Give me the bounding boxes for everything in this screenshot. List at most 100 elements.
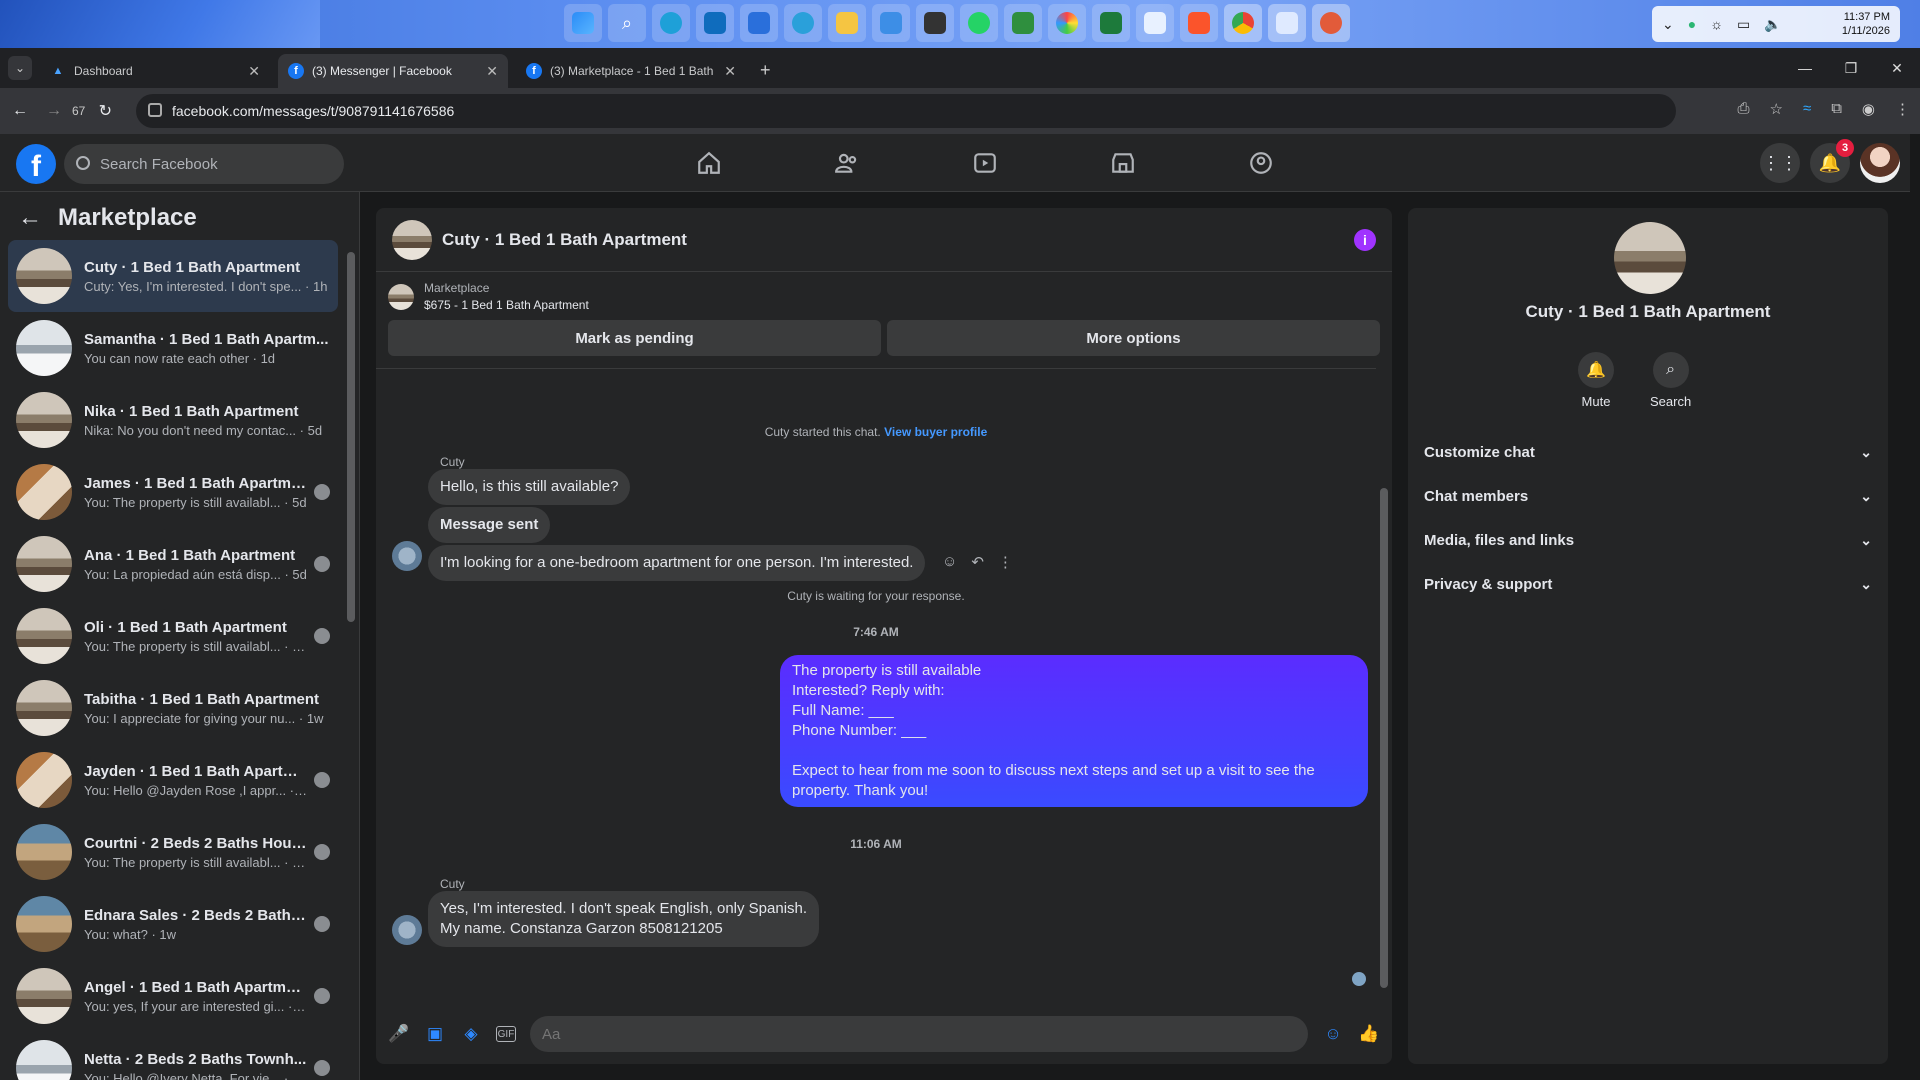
- file-explorer-icon[interactable]: [828, 4, 866, 42]
- sender-avatar[interactable]: [392, 915, 422, 945]
- close-icon[interactable]: ✕: [486, 63, 498, 80]
- react-emoji-icon[interactable]: ☺: [942, 553, 957, 571]
- view-buyer-profile-link[interactable]: View buyer profile: [884, 425, 987, 439]
- conversation-item[interactable]: Nika · 1 Bed 1 Bath Apartment Nika: No yo…: [8, 384, 338, 456]
- forward-icon[interactable]: →: [40, 102, 68, 120]
- attach-image-icon[interactable]: ▣: [424, 1023, 446, 1045]
- message-bubble[interactable]: Hello, is this still available?: [428, 469, 631, 505]
- back-arrow-icon[interactable]: ←: [18, 204, 42, 232]
- chrome-icon[interactable]: [1224, 4, 1262, 42]
- conversation-item[interactable]: Cuty · 1 Bed 1 Bath Apartment Cuty: Yes, …: [8, 240, 338, 312]
- microphone-icon[interactable]: 🎤: [388, 1023, 410, 1045]
- start-icon[interactable]: [564, 4, 602, 42]
- volume-icon[interactable]: 🔈: [1764, 16, 1781, 33]
- facebook-logo-icon[interactable]: f: [16, 144, 56, 184]
- infinity-icon[interactable]: [1092, 4, 1130, 42]
- listing-summary[interactable]: Marketplace $675 - 1 Bed 1 Bath Apartmen…: [376, 272, 1392, 318]
- search-conversation-button[interactable]: ⌕ Search: [1650, 352, 1691, 409]
- brightness-icon[interactable]: ☼: [1710, 16, 1723, 32]
- extensions-puzzle-icon[interactable]: ⧉: [1831, 100, 1842, 118]
- minimize-icon[interactable]: —: [1782, 48, 1828, 88]
- mute-button[interactable]: 🔔 Mute: [1578, 352, 1614, 409]
- my-message-bubble[interactable]: The property is still available Interest…: [780, 655, 1368, 807]
- back-icon[interactable]: ←: [6, 102, 34, 120]
- close-window-icon[interactable]: ✕: [1874, 48, 1920, 88]
- conversation-item[interactable]: Courtni · 2 Beds 2 Baths House You: The p…: [8, 816, 338, 888]
- profile-icon[interactable]: ◉: [1862, 100, 1875, 118]
- chat-title[interactable]: Cuty · 1 Bed 1 Bath Apartment: [442, 230, 687, 250]
- search-facebook-input[interactable]: Search Facebook: [64, 144, 344, 184]
- search-icon[interactable]: ⌕: [608, 4, 646, 42]
- nav-marketplace[interactable]: [1054, 134, 1192, 192]
- tab-dashboard[interactable]: ▲ Dashboard ✕: [40, 54, 270, 88]
- tab-marketplace[interactable]: f (3) Marketplace - 1 Bed 1 Bath ✕: [516, 54, 746, 88]
- like-thumbs-up-icon[interactable]: 👍: [1358, 1023, 1380, 1045]
- nav-friends[interactable]: [778, 134, 916, 192]
- clock[interactable]: 11:37 PM 1/11/2026: [1842, 10, 1890, 38]
- site-info-icon[interactable]: [148, 103, 162, 117]
- gamepad-icon[interactable]: [916, 4, 954, 42]
- scrollbar-thumb[interactable]: [347, 252, 355, 622]
- tab-messenger[interactable]: f (3) Messenger | Facebook ✕: [278, 54, 508, 88]
- sail-app-icon-2[interactable]: [1268, 4, 1306, 42]
- section-customize-chat[interactable]: Customize chat ⌄: [1416, 430, 1880, 474]
- colors-icon[interactable]: [1048, 4, 1086, 42]
- chevron-up-icon[interactable]: ⌄: [1662, 16, 1674, 33]
- menu-dots-icon[interactable]: ⋮: [1895, 100, 1910, 118]
- conversation-item[interactable]: Oli · 1 Bed 1 Bath Apartment You: The pro…: [8, 600, 338, 672]
- notepad-icon[interactable]: [872, 4, 910, 42]
- account-avatar[interactable]: [1860, 143, 1900, 183]
- chat-thumbnail[interactable]: [392, 219, 432, 260]
- chat-scrollbar[interactable]: [1380, 368, 1388, 998]
- more-options-button[interactable]: More options: [887, 320, 1380, 356]
- network-icon[interactable]: ▭: [1737, 16, 1750, 33]
- gif-icon[interactable]: GIF: [496, 1026, 516, 1042]
- message-bubble[interactable]: Message sent: [428, 507, 551, 543]
- store-icon[interactable]: [740, 4, 778, 42]
- restore-icon[interactable]: ❐: [1828, 48, 1874, 88]
- bookmark-star-icon[interactable]: ☆: [1770, 100, 1783, 118]
- conversation-item[interactable]: Ednara Sales · 2 Beds 2 Baths ... You: wh…: [8, 888, 338, 960]
- close-icon[interactable]: ✕: [248, 63, 260, 80]
- reload-icon[interactable]: ↻: [91, 101, 119, 121]
- reply-icon[interactable]: ↶: [971, 553, 984, 571]
- conversation-item[interactable]: Jayden · 1 Bed 1 Bath Apartme... You: Hel…: [8, 744, 338, 816]
- more-icon[interactable]: ⋮: [998, 553, 1013, 571]
- conversation-item[interactable]: Ana · 1 Bed 1 Bath Apartment You: La prop…: [8, 528, 338, 600]
- telegram-icon[interactable]: [784, 4, 822, 42]
- notifications-bell-icon[interactable]: 🔔 3: [1810, 139, 1854, 183]
- section-privacy-support[interactable]: Privacy & support ⌄: [1416, 562, 1880, 606]
- chrome-profile-icon[interactable]: [1312, 4, 1350, 42]
- extension-icon[interactable]: ≈: [1803, 100, 1811, 118]
- conversation-item[interactable]: Samantha · 1 Bed 1 Bath Apartm... You can…: [8, 312, 338, 384]
- emoji-icon[interactable]: ☺: [1322, 1023, 1344, 1045]
- message-bubble[interactable]: I'm looking for a one-bedroom apartment …: [428, 545, 926, 581]
- url-field[interactable]: facebook.com/messages/t/908791141676586: [136, 94, 1676, 128]
- sticker-icon[interactable]: ◈: [460, 1023, 482, 1045]
- section-media-files-links[interactable]: Media, files and links ⌄: [1416, 518, 1880, 562]
- scrollbar-thumb[interactable]: [1380, 488, 1388, 988]
- message-input[interactable]: [530, 1016, 1308, 1052]
- info-icon[interactable]: i: [1354, 228, 1376, 251]
- conversation-item[interactable]: Netta · 2 Beds 2 Baths Townh... You: Hell…: [8, 1032, 338, 1080]
- menu-grid-icon[interactable]: ⋮⋮: [1760, 143, 1800, 183]
- conversation-item[interactable]: James · 1 Bed 1 Bath Apartment You: The p…: [8, 456, 338, 528]
- sender-avatar[interactable]: [392, 541, 422, 571]
- mark-as-pending-button[interactable]: Mark as pending: [388, 320, 881, 356]
- whatsapp-icon[interactable]: [960, 4, 998, 42]
- close-icon[interactable]: ✕: [724, 63, 736, 80]
- sidebar-scrollbar[interactable]: [347, 242, 355, 1072]
- edge-icon[interactable]: [652, 4, 690, 42]
- conversation-item[interactable]: Angel · 1 Bed 1 Bath Apartment You: yes, …: [8, 960, 338, 1032]
- nav-video[interactable]: [916, 134, 1054, 192]
- conversation-item[interactable]: Tabitha · 1 Bed 1 Bath Apartment You: I a…: [8, 672, 338, 744]
- tab-search-icon[interactable]: ⌄: [8, 56, 32, 80]
- brave-icon[interactable]: [1180, 4, 1218, 42]
- nav-home[interactable]: [640, 134, 778, 192]
- install-app-icon[interactable]: ⎙: [1737, 100, 1749, 118]
- outlook-icon[interactable]: [696, 4, 734, 42]
- new-tab-icon[interactable]: +: [760, 60, 771, 81]
- message-bubble[interactable]: Yes, I'm interested. I don't speak Engli…: [428, 891, 820, 947]
- nav-groups[interactable]: [1192, 134, 1330, 192]
- section-chat-members[interactable]: Chat members ⌄: [1416, 474, 1880, 518]
